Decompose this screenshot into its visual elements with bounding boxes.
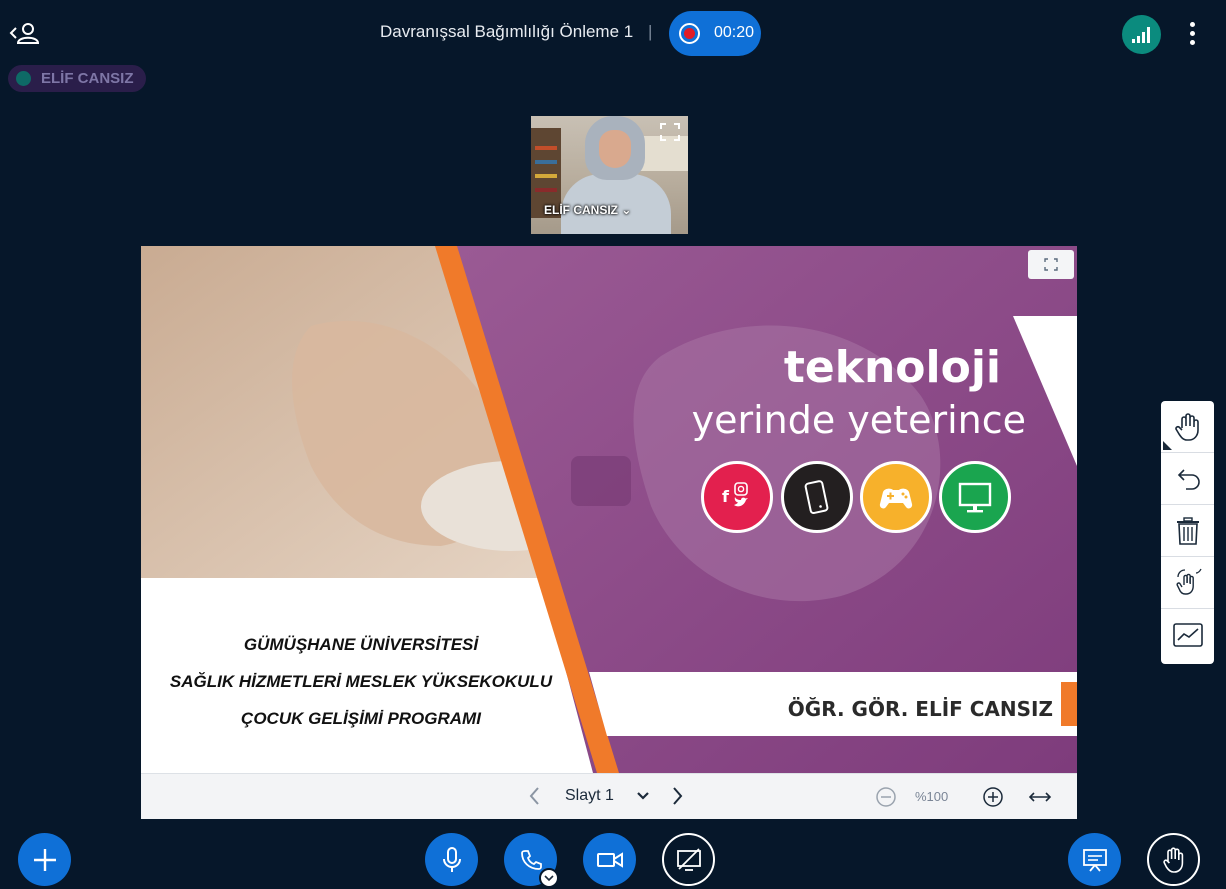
screen-share-off-icon <box>676 847 701 871</box>
options-menu-button[interactable] <box>1178 18 1206 50</box>
actions-button[interactable] <box>18 833 71 886</box>
zoom-out-button[interactable] <box>875 786 897 808</box>
raise-hand-button[interactable] <box>1147 833 1200 886</box>
smartphone-icon <box>781 461 853 533</box>
zoom-in-button[interactable] <box>982 786 1004 808</box>
meeting-title: Davranışsal Bağımlılığı Önleme 1 <box>380 22 634 41</box>
institution-line-1: GÜMÜŞHANE ÜNİVERSİTESİ <box>243 635 479 654</box>
presenter-name: ÖĞR. GÖR. ELİF CANSIZ <box>787 697 1053 721</box>
plus-icon <box>33 848 56 871</box>
multi-user-whiteboard-button[interactable] <box>1161 557 1214 609</box>
undo-icon <box>1177 469 1200 490</box>
previous-slide-button[interactable] <box>523 784 547 808</box>
webcam-fullscreen-button[interactable] <box>658 121 682 143</box>
undo-button[interactable] <box>1161 453 1214 505</box>
clear-annotations-button[interactable] <box>1161 505 1214 557</box>
share-webcam-button[interactable] <box>583 833 636 886</box>
gamepad-icon <box>860 461 932 533</box>
user-list-toggle-button[interactable] <box>8 18 42 48</box>
slide-selector-label: Slayt 1 <box>565 787 614 804</box>
recording-button[interactable]: 00:20 <box>669 11 761 56</box>
microphone-button[interactable] <box>425 833 478 886</box>
svg-text:f: f <box>722 487 730 506</box>
recording-timer: 00:20 <box>714 24 755 41</box>
chevron-down-icon <box>637 792 649 800</box>
title-separator: | <box>648 22 653 41</box>
top-bar: Davranışsal Bağımlılığı Önleme 1 | 00:20 <box>0 0 1226 66</box>
share-screen-button[interactable] <box>662 833 715 886</box>
chevron-right-icon <box>673 787 683 805</box>
expand-icon <box>660 123 680 141</box>
monitor-icon <box>939 461 1011 533</box>
recording-indicator-icon <box>679 23 700 44</box>
connection-status-button[interactable] <box>1122 15 1161 54</box>
zoom-in-icon <box>983 787 1003 807</box>
institution-line-2: SAĞLIK HİZMETLERİ MESLEK YÜKSEKOKULU <box>169 672 553 691</box>
more-vertical-icon <box>1178 22 1206 45</box>
expand-icon <box>1044 258 1058 271</box>
whiteboard-toolbar <box>1161 401 1214 664</box>
trash-icon <box>1177 517 1199 545</box>
zoom-out-icon <box>876 787 896 807</box>
presentation-area: teknoloji yerinde yeterince f GÜMÜŞHANE … <box>141 246 1077 819</box>
next-slide-button[interactable] <box>665 784 689 808</box>
submenu-indicator-icon <box>1163 441 1172 450</box>
video-camera-icon <box>596 851 623 868</box>
presentation-toggle-button[interactable] <box>1068 833 1121 886</box>
user-list-icon <box>9 23 40 44</box>
slide: teknoloji yerinde yeterince f GÜMÜŞHANE … <box>141 246 1077 773</box>
raise-hand-icon <box>1162 846 1183 873</box>
social-media-icon: f <box>701 461 773 533</box>
slide-headline: teknoloji <box>783 342 1001 393</box>
poll-button[interactable] <box>1161 609 1214 661</box>
fit-width-icon <box>1028 792 1052 802</box>
institution-line-3: ÇOCUK GELİŞİMİ PROGRAMI <box>241 709 481 728</box>
phone-icon <box>520 849 542 870</box>
presentation-icon <box>1082 848 1107 872</box>
chevron-down-icon <box>544 875 554 882</box>
talking-user-name: ELİF CANSIZ <box>41 70 134 87</box>
pan-hand-icon <box>1175 413 1199 441</box>
multi-user-hand-icon <box>1176 568 1202 595</box>
talking-dot <box>16 71 31 86</box>
audio-options-button[interactable] <box>539 868 559 888</box>
slide-selector[interactable]: Slayt 1 <box>559 782 655 810</box>
signal-bars-icon <box>1132 27 1150 43</box>
chevron-left-icon <box>529 787 539 805</box>
slide-artwork <box>141 246 1077 773</box>
pan-tool-button[interactable] <box>1161 401 1214 453</box>
slide-subheadline: yerinde yeterince <box>691 398 1026 442</box>
chart-icon <box>1173 623 1203 647</box>
zoom-level[interactable]: %100 <box>915 789 948 804</box>
fit-to-width-button[interactable] <box>1027 788 1053 806</box>
presentation-toolbar: Slayt 1 %100 <box>141 773 1077 819</box>
presentation-fullscreen-button[interactable] <box>1028 250 1074 279</box>
webcam-video[interactable]: ELİF CANSIZ ⌄ <box>531 116 688 234</box>
webcam-user-name[interactable]: ELİF CANSIZ ⌄ <box>544 203 631 217</box>
microphone-icon <box>442 846 461 872</box>
talking-indicator[interactable]: ELİF CANSIZ <box>8 65 146 92</box>
